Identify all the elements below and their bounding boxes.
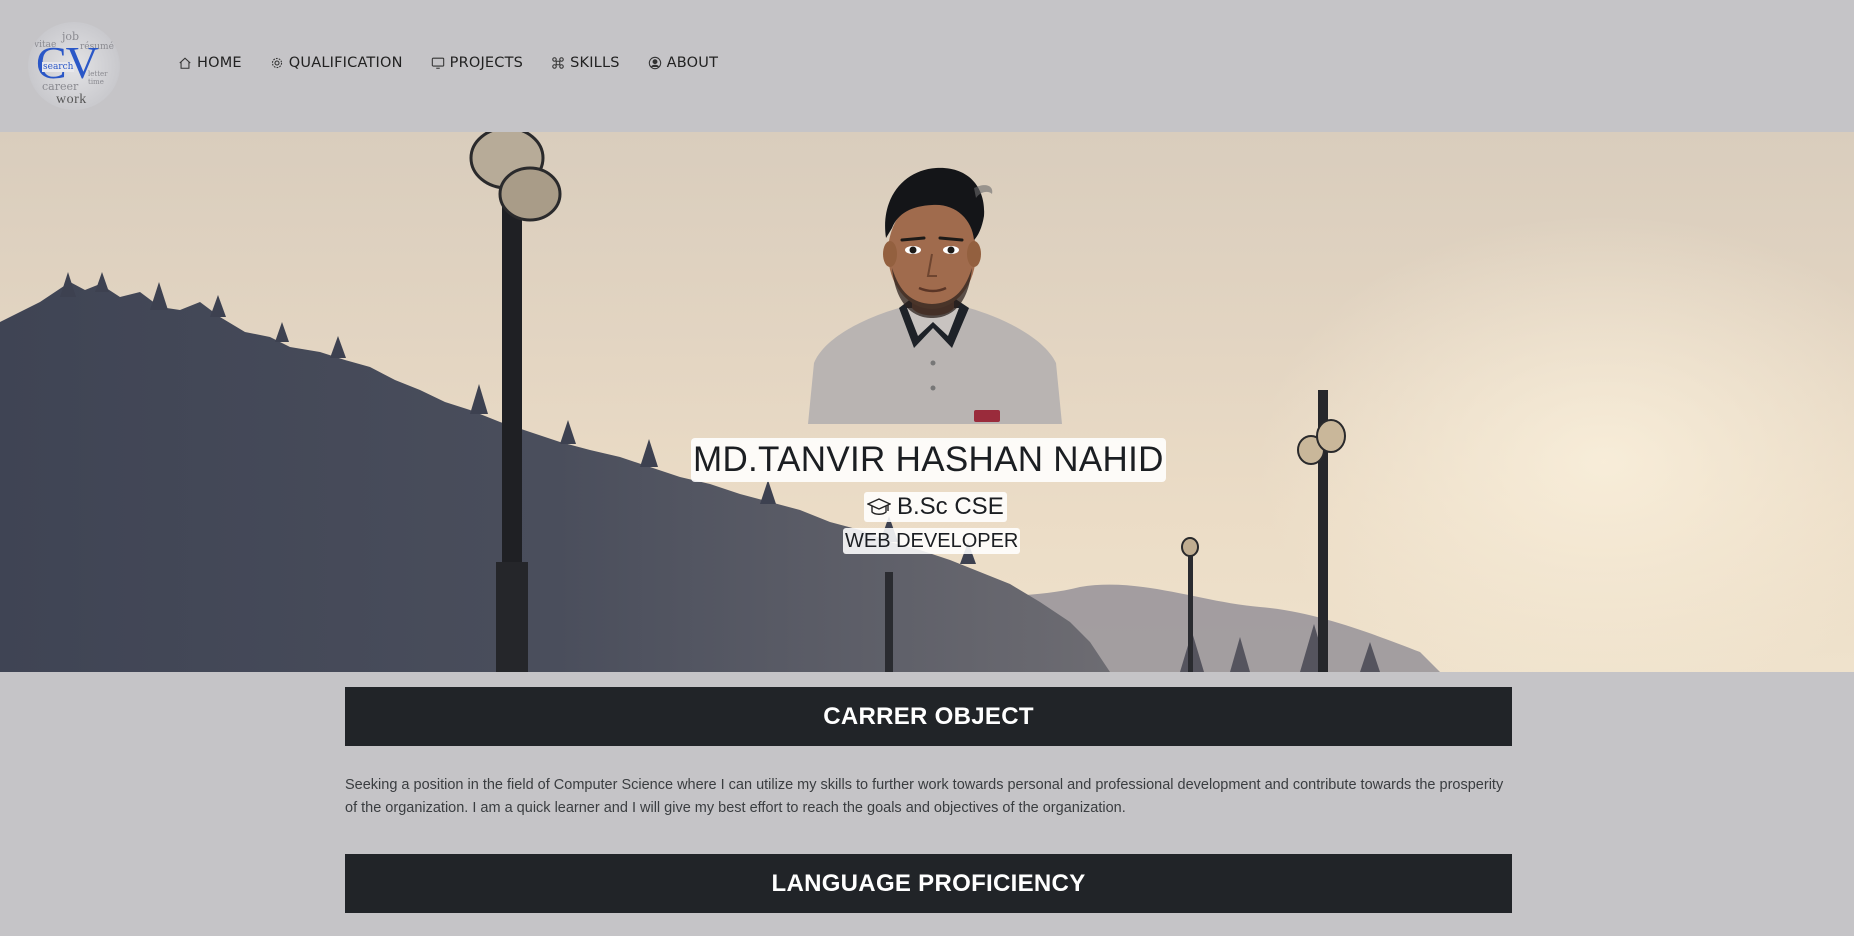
main-nav: HOME QUALIFICATION PROJECTS SKILLS ABOUT bbox=[178, 55, 718, 71]
profile-name: MD.TANVIR HASHAN NAHID bbox=[691, 438, 1166, 482]
navbar: job vitae résumé letter time career CV s… bbox=[0, 0, 1854, 132]
hero-banner: MD.TANVIR HASHAN NAHID B.Sc CSE WEB DEVE… bbox=[0, 132, 1854, 672]
nav-skills-label: SKILLS bbox=[570, 55, 620, 71]
nav-qualification-label: QUALIFICATION bbox=[288, 55, 403, 71]
logo-word: search bbox=[42, 62, 75, 72]
graduation-cap-icon bbox=[867, 498, 891, 515]
nav-about[interactable]: ABOUT bbox=[648, 55, 719, 71]
user-circle-icon bbox=[648, 56, 661, 70]
nav-skills[interactable]: SKILLS bbox=[551, 55, 620, 71]
nav-projects-label: PROJECTS bbox=[449, 55, 524, 71]
career-object-header: CARRER OBJECT bbox=[345, 687, 1512, 746]
gear-icon bbox=[271, 57, 282, 69]
cv-logo[interactable]: job vitae résumé letter time career CV s… bbox=[28, 22, 120, 110]
logo-work-text: work bbox=[56, 92, 87, 107]
career-object-text: Seeking a position in the field of Compu… bbox=[345, 777, 1504, 816]
nav-home[interactable]: HOME bbox=[178, 55, 242, 71]
language-proficiency-title: LANGUAGE PROFICIENCY bbox=[771, 869, 1086, 897]
monitor-icon bbox=[431, 57, 444, 69]
profile-photo bbox=[808, 167, 1062, 424]
profile-degree: B.Sc CSE bbox=[864, 492, 1007, 522]
nav-about-label: ABOUT bbox=[666, 55, 719, 71]
nav-home-label: HOME bbox=[197, 55, 242, 71]
language-proficiency-header: LANGUAGE PROFICIENCY bbox=[345, 854, 1512, 913]
profile-role: WEB DEVELOPER bbox=[843, 528, 1021, 554]
command-icon bbox=[552, 57, 564, 69]
nav-projects[interactable]: PROJECTS bbox=[431, 55, 523, 71]
profile-degree-text: B.Sc CSE bbox=[897, 493, 1004, 520]
career-object-title: CARRER OBJECT bbox=[823, 702, 1034, 730]
nav-qualification[interactable]: QUALIFICATION bbox=[270, 55, 403, 71]
home-icon bbox=[179, 57, 191, 69]
